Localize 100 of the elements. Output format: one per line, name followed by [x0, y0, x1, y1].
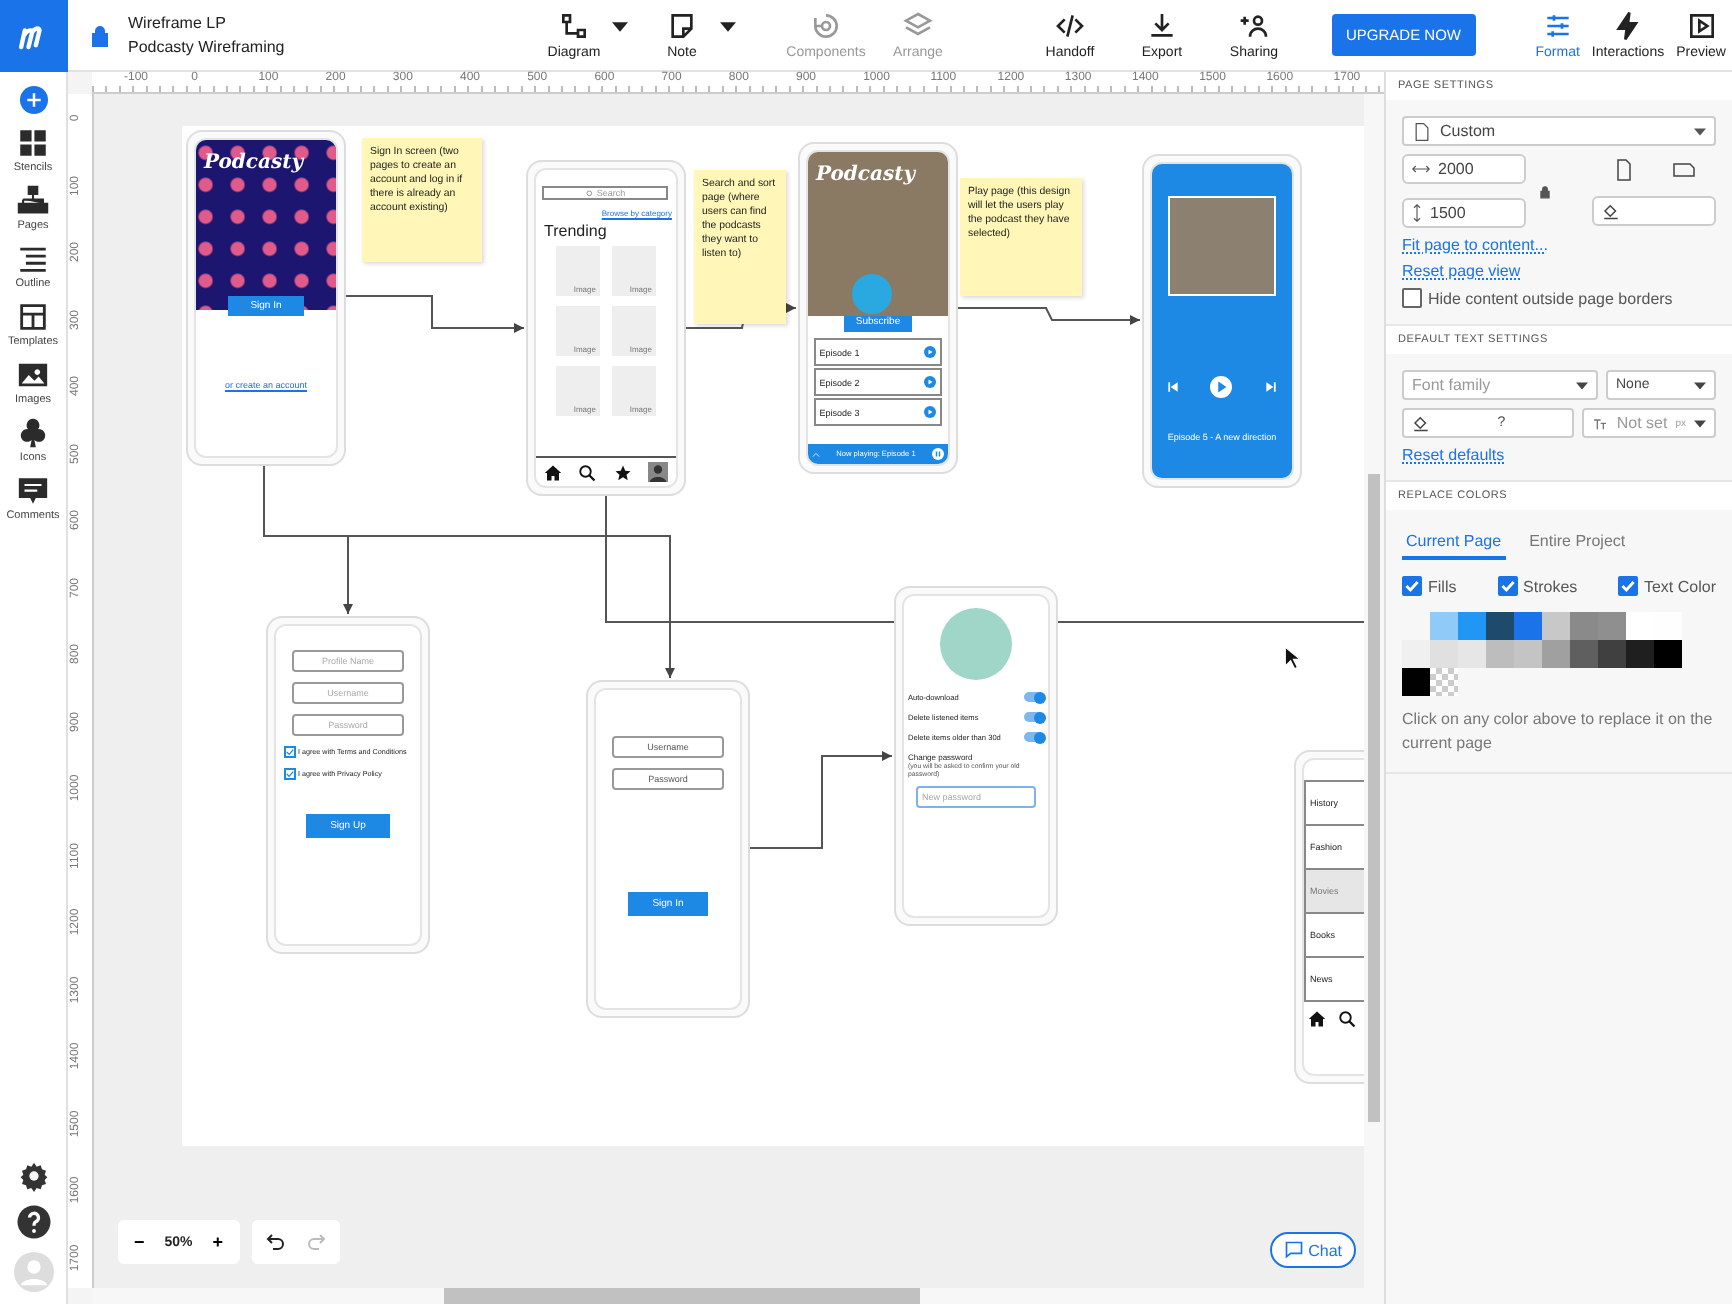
search-icon[interactable] — [1337, 1010, 1356, 1028]
panel-link[interactable]: Fit page to content... — [1402, 236, 1716, 254]
settings-icon[interactable] — [17, 1160, 49, 1192]
caret-icon[interactable] — [720, 22, 736, 32]
connector-arrow[interactable] — [748, 751, 893, 849]
play-icon[interactable] — [924, 406, 937, 418]
portrait-page-icon[interactable] — [1612, 157, 1636, 181]
lines-icon — [16, 242, 50, 276]
scope-tab[interactable]: Current Page — [1402, 526, 1506, 560]
user-silhouette-icon[interactable] — [647, 462, 668, 482]
color-swatch[interactable] — [1542, 612, 1570, 640]
checkbox[interactable] — [283, 746, 296, 758]
checkmark-icon — [285, 770, 294, 778]
landscape-page-icon[interactable] — [1672, 157, 1696, 181]
color-swatch[interactable] — [1570, 640, 1598, 668]
checkmark-icon — [1499, 578, 1516, 594]
search-icon — [586, 189, 595, 197]
avatar-placeholder — [939, 608, 1012, 680]
play-icon[interactable] — [1210, 376, 1233, 398]
reset-defaults-link[interactable]: Reset defaults — [1402, 446, 1716, 464]
connector-arrow[interactable] — [956, 307, 1141, 325]
connector-arrow[interactable] — [344, 295, 525, 333]
home-icon[interactable] — [1307, 1010, 1326, 1028]
lock-icon[interactable] — [88, 23, 112, 47]
play-icon[interactable] — [924, 376, 937, 388]
connector-arrow[interactable] — [262, 465, 675, 679]
color-swatch[interactable] — [1570, 612, 1598, 640]
horizontal-arrows-icon — [1412, 164, 1430, 174]
search-icon[interactable] — [578, 463, 597, 481]
app-logo-text: Podcasty — [815, 164, 916, 186]
color-swatch[interactable] — [1598, 640, 1626, 668]
color-swatch[interactable] — [1626, 640, 1654, 668]
help-icon[interactable] — [15, 1204, 51, 1240]
toggle-switch[interactable] — [1023, 692, 1044, 702]
zoom-in-button[interactable]: + — [208, 1232, 228, 1252]
page-name[interactable]: Podcasty Wireframing — [128, 38, 528, 56]
chat-button[interactable]: Chat — [1270, 1232, 1357, 1268]
caret-icon — [1694, 419, 1706, 427]
skip-back-icon[interactable] — [1165, 380, 1180, 394]
replace-option-checkbox[interactable]: Text Color — [1617, 576, 1716, 596]
skip-forward-icon[interactable] — [1263, 380, 1278, 394]
paint-bucket-icon — [1602, 201, 1620, 219]
hide-content-checkbox[interactable]: Hide content outside page borders — [1402, 288, 1716, 308]
color-swatch[interactable] — [1402, 640, 1430, 668]
section-heading: Trending — [543, 222, 607, 240]
sitemap-icon — [16, 184, 50, 218]
document-icon — [1412, 121, 1432, 141]
add-user-icon — [1238, 10, 1270, 42]
sliders-icon — [1541, 10, 1574, 42]
color-swatch[interactable] — [1626, 612, 1654, 640]
color-swatch[interactable] — [1458, 640, 1486, 668]
color-swatch[interactable] — [1542, 640, 1570, 668]
checkbox[interactable] — [283, 768, 296, 780]
pause-icon[interactable] — [931, 448, 944, 460]
scope-tab[interactable]: Entire Project — [1525, 526, 1630, 560]
code-icon — [1054, 10, 1086, 42]
lightning-icon — [1612, 10, 1644, 42]
home-icon[interactable] — [544, 463, 563, 481]
connector-arrow[interactable] — [342, 535, 353, 615]
replace-option-checkbox[interactable]: Fills — [1402, 576, 1457, 596]
app-logo[interactable] — [0, 0, 68, 71]
color-swatch[interactable] — [1430, 640, 1458, 668]
page-size-dropdown[interactable]: Custom — [1402, 116, 1716, 146]
replace-option-checkbox[interactable]: Strokes — [1497, 576, 1578, 596]
color-swatch[interactable] — [1402, 668, 1430, 696]
color-swatch[interactable] — [1458, 612, 1486, 640]
color-swatch[interactable] — [1654, 612, 1682, 640]
toggle-switch[interactable] — [1023, 732, 1044, 742]
undo-icon[interactable] — [263, 1230, 288, 1254]
grid-icon — [15, 126, 50, 160]
checkmark-icon — [1619, 578, 1636, 594]
caret-icon — [1576, 381, 1588, 389]
text-size-icon — [1592, 415, 1609, 431]
color-swatch[interactable] — [1514, 612, 1542, 640]
width-field[interactable]: 2000 — [1402, 154, 1526, 184]
caret-icon[interactable] — [612, 22, 628, 32]
zoom-out-button[interactable]: − — [129, 1232, 149, 1252]
comment-icon — [16, 474, 50, 508]
height-field[interactable]: 1500 — [1402, 198, 1526, 228]
add-button[interactable] — [19, 86, 47, 114]
toggle-switch[interactable] — [1023, 712, 1044, 722]
color-swatch[interactable] — [1598, 612, 1626, 640]
fill-color-field[interactable] — [1592, 195, 1716, 225]
color-swatch[interactable] — [1654, 640, 1682, 668]
play-icon[interactable] — [924, 346, 937, 358]
lock-icon[interactable] — [1538, 181, 1552, 201]
vertical-arrows-icon — [1412, 204, 1422, 222]
color-swatch[interactable] — [1486, 640, 1514, 668]
diagram-icon — [558, 10, 590, 42]
plus-icon — [23, 90, 43, 110]
color-swatch[interactable] — [1430, 612, 1458, 640]
chevron-up-icon[interactable] — [811, 451, 820, 457]
transparent-swatch[interactable] — [1430, 668, 1458, 696]
color-swatch[interactable] — [1486, 612, 1514, 640]
club-icon — [16, 416, 50, 450]
star-icon[interactable] — [613, 463, 632, 481]
panel-link[interactable]: Reset page view — [1402, 262, 1716, 280]
color-swatch[interactable] — [1514, 640, 1542, 668]
image-icon — [15, 358, 50, 392]
project-name[interactable]: Wireframe LP — [128, 14, 528, 32]
